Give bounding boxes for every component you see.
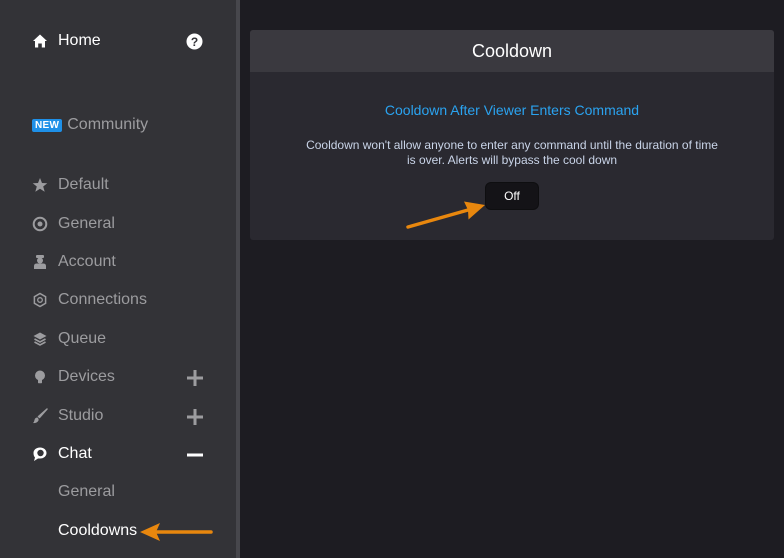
sidebar-subitem-chat-cooldowns[interactable]: Cooldowns bbox=[58, 522, 137, 540]
sidebar-item-default[interactable]: Default bbox=[32, 176, 109, 194]
sidebar-item-home[interactable]: Home bbox=[32, 32, 101, 50]
question-circle-icon[interactable]: ? bbox=[186, 33, 203, 50]
sidebar-item-studio[interactable]: Studio bbox=[32, 407, 103, 425]
svg-text:?: ? bbox=[191, 35, 198, 49]
sidebar-item-chat[interactable]: Chat bbox=[32, 445, 92, 463]
setting-title: Cooldown After Viewer Enters Command bbox=[384, 102, 640, 118]
panel-title: Cooldown bbox=[250, 30, 774, 72]
home-icon bbox=[32, 33, 48, 49]
annotation-arrow-icon bbox=[140, 523, 213, 541]
sidebar-item-label: Account bbox=[58, 253, 116, 270]
sidebar-item-label: General bbox=[58, 215, 115, 232]
sidebar-item-account[interactable]: Account bbox=[32, 253, 116, 271]
chat-bubble-icon bbox=[32, 446, 48, 462]
sidebar: Home ? NEW Community Default General Acc… bbox=[0, 0, 236, 558]
new-badge: NEW bbox=[32, 118, 63, 132]
sidebar-item-label: Home bbox=[58, 32, 101, 49]
target-icon bbox=[32, 216, 48, 232]
account-icon bbox=[32, 254, 48, 270]
sidebar-item-label: Queue bbox=[58, 330, 107, 347]
sidebar-item-connections[interactable]: Connections bbox=[32, 291, 147, 309]
sidebar-divider[interactable] bbox=[236, 0, 240, 558]
star-icon bbox=[32, 177, 48, 193]
setting-description: Cooldown won't allow anyone to enter any… bbox=[306, 138, 718, 167]
layers-icon bbox=[32, 331, 48, 347]
sidebar-item-label: Chat bbox=[58, 445, 92, 462]
sidebar-item-label: Connections bbox=[58, 291, 147, 308]
sidebar-item-community[interactable]: NEW Community bbox=[32, 116, 148, 134]
sidebar-item-label: Default bbox=[58, 176, 109, 193]
annotation-arrow-icon bbox=[406, 201, 485, 229]
sidebar-item-devices[interactable]: Devices bbox=[32, 368, 115, 386]
sidebar-item-label: Studio bbox=[58, 407, 104, 424]
expand-plus-icon[interactable] bbox=[186, 369, 204, 387]
expand-plus-icon[interactable] bbox=[186, 408, 204, 426]
sidebar-subitem-chat-general[interactable]: General bbox=[58, 483, 115, 501]
lightbulb-icon bbox=[32, 369, 48, 385]
collapse-minus-icon[interactable] bbox=[186, 446, 204, 464]
hexagon-icon bbox=[32, 292, 48, 308]
cooldown-toggle-button[interactable]: Off bbox=[486, 183, 538, 209]
sidebar-item-general[interactable]: General bbox=[32, 215, 115, 233]
sidebar-item-label: Community bbox=[67, 116, 149, 133]
cooldown-panel: Cooldown Cooldown After Viewer Enters Co… bbox=[250, 30, 774, 240]
brush-icon bbox=[32, 408, 48, 424]
sidebar-item-queue[interactable]: Queue bbox=[32, 330, 106, 348]
sidebar-item-label: Devices bbox=[58, 368, 115, 385]
